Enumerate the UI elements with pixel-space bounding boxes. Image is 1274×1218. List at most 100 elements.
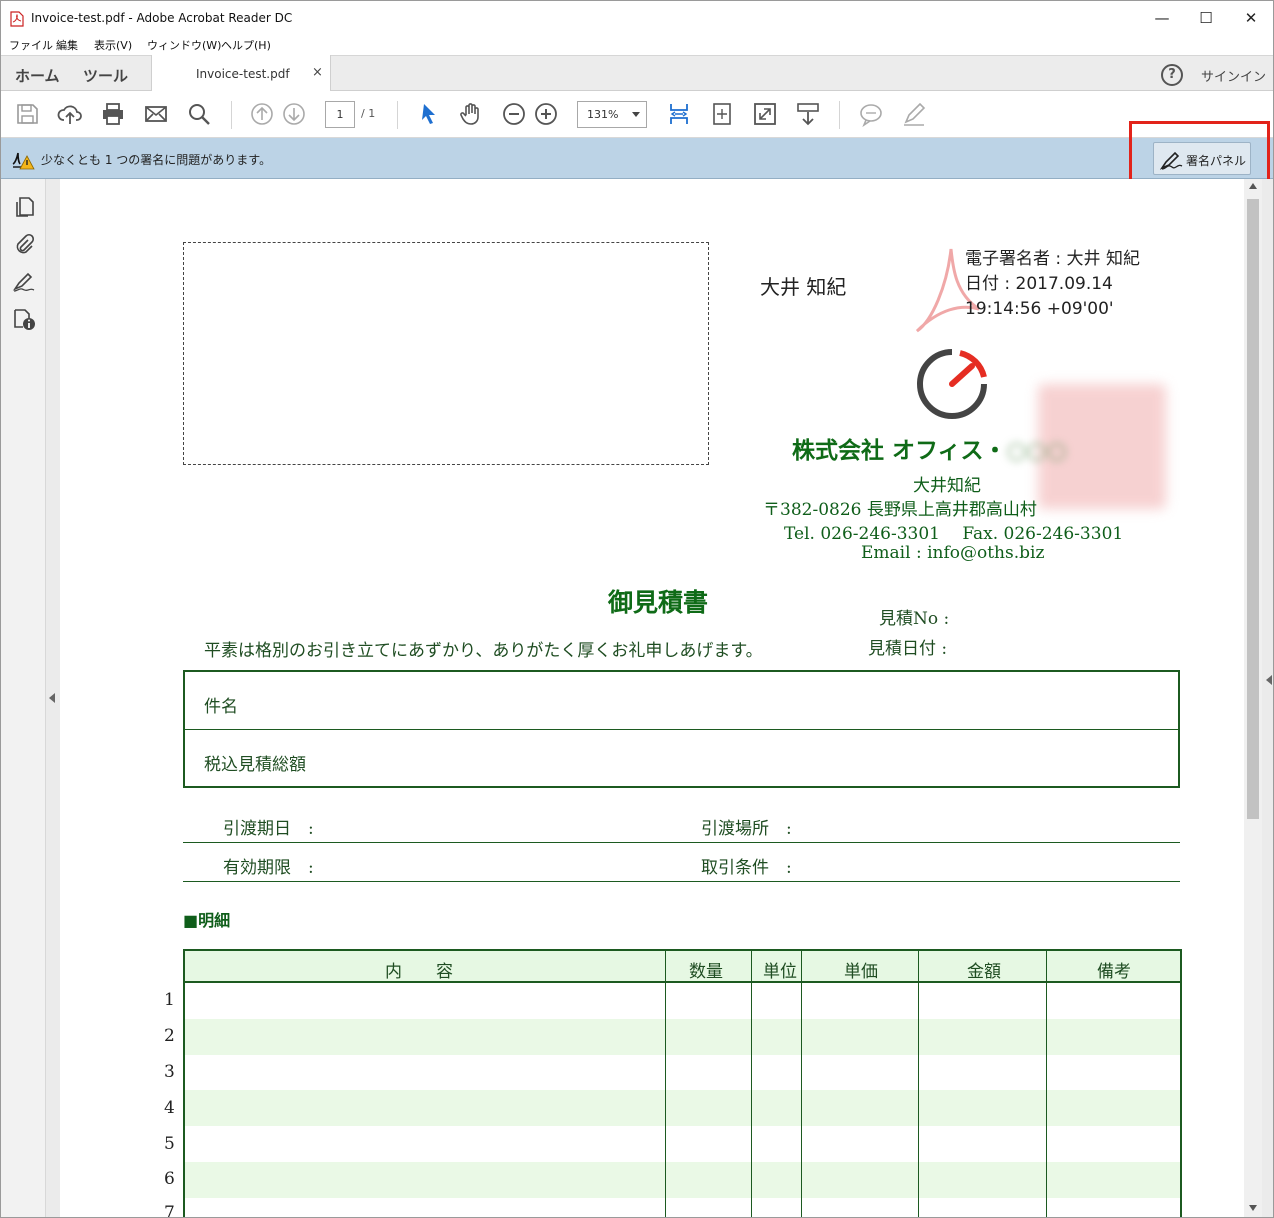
right-pane-toggle[interactable] — [1262, 179, 1273, 1217]
total-label: 税込見積総額 — [204, 755, 306, 775]
help-icon[interactable]: ? — [1161, 64, 1183, 86]
row-number: 3 — [164, 1062, 175, 1082]
company-logo — [917, 349, 987, 419]
page-thumbnails-icon[interactable] — [12, 195, 36, 219]
signature-warning-icon — [12, 152, 35, 170]
delivery-date-label: 引渡期日 : — [223, 819, 314, 839]
header-unit-price: 単価 — [844, 962, 878, 982]
upload-icon[interactable] — [57, 101, 83, 127]
signature-line: 19:14:56 +09'00' — [965, 299, 1114, 319]
toolbar-separator — [397, 101, 398, 129]
comment-icon[interactable] — [858, 101, 884, 127]
minimize-button[interactable]: — — [1140, 7, 1184, 31]
read-mode-icon[interactable] — [795, 101, 821, 127]
subject-row: 件名 — [185, 672, 1178, 730]
estimate-number-label: 見積No : — [879, 609, 950, 629]
menu-view[interactable]: 表示(V) — [94, 37, 132, 53]
digital-signature-text: 電子署名者 : 大井 知紀 日付 : 2017.09.14 19:14:56 +… — [965, 247, 1140, 322]
trade-terms-label: 取引条件 : — [701, 858, 792, 878]
maximize-button[interactable]: ☐ — [1184, 7, 1228, 31]
company-address: 〒382-0826 長野県上高井郡高山村 — [763, 500, 1037, 520]
page-total: / 1 — [361, 107, 376, 120]
column-divider — [801, 949, 802, 1217]
title-bar: Invoice-test.pdf - Adobe Acrobat Reader … — [1, 1, 1273, 35]
row-number: 4 — [164, 1098, 175, 1118]
header-quantity: 数量 — [689, 962, 723, 982]
fullscreen-icon[interactable] — [752, 101, 778, 127]
column-divider — [751, 949, 752, 1217]
tab-home[interactable]: ホーム — [15, 65, 60, 86]
prev-page-icon[interactable] — [249, 101, 275, 127]
table-row — [185, 1162, 1180, 1198]
signature-field[interactable] — [183, 242, 709, 465]
vertical-scrollbar[interactable] — [1244, 179, 1262, 1217]
signatures-icon[interactable] — [12, 270, 36, 294]
row-number: 5 — [164, 1134, 175, 1154]
search-icon[interactable] — [186, 101, 212, 127]
scrollbar-thumb[interactable] — [1247, 199, 1259, 819]
tab-bar: ホーム ツール Invoice-test.pdf × ? サインイン — [1, 55, 1273, 92]
header-amount: 金額 — [967, 962, 1001, 982]
attachments-icon[interactable] — [12, 232, 36, 256]
scroll-up-icon[interactable] — [1249, 183, 1257, 189]
contact-person: 大井知紀 — [913, 476, 981, 496]
column-divider — [1046, 949, 1047, 1217]
email-icon[interactable] — [143, 101, 169, 127]
select-arrow-icon[interactable] — [416, 101, 442, 127]
row-number: 2 — [164, 1026, 175, 1046]
table-body — [183, 983, 1182, 1217]
zoom-value: 131% — [587, 108, 619, 121]
delivery-place-label: 引渡場所 : — [701, 819, 792, 839]
tab-tools[interactable]: ツール — [83, 65, 128, 86]
detail-heading: ■明細 — [183, 911, 231, 930]
acrobat-window: Invoice-test.pdf - Adobe Acrobat Reader … — [0, 0, 1274, 1218]
pdf-app-icon — [10, 11, 24, 27]
page-number-input[interactable]: 1 — [325, 101, 355, 128]
row-number: 7 — [164, 1203, 175, 1218]
hand-tool-icon[interactable] — [458, 101, 484, 127]
menu-file[interactable]: ファイル — [9, 37, 53, 53]
row-number: 1 — [164, 990, 175, 1010]
signature-line: 日付 : 2017.09.14 — [965, 274, 1113, 294]
print-icon[interactable] — [100, 101, 126, 127]
document-title: 御見積書 — [608, 588, 709, 617]
zoom-out-icon[interactable] — [501, 101, 527, 127]
next-page-icon[interactable] — [281, 101, 307, 127]
column-divider — [665, 949, 666, 1217]
close-window-button[interactable]: ✕ — [1229, 7, 1273, 31]
toolbar: 1 / 1 131% — [1, 91, 1273, 138]
header-content: 内 容 — [385, 962, 453, 982]
terms-row: 有効期限 : 取引条件 : — [183, 842, 1180, 882]
fit-page-icon[interactable] — [666, 101, 692, 127]
greeting-text: 平素は格別のお引き立てにあずかり、ありがたく厚くお礼申しあげます。 — [204, 641, 763, 661]
fit-width-icon[interactable] — [709, 101, 735, 127]
document-view[interactable]: 大井 知紀 電子署名者 : 大井 知紀 日付 : 2017.09.14 19:1… — [60, 179, 1244, 1218]
validity-label: 有効期限 : — [223, 858, 314, 878]
zoom-in-icon[interactable] — [533, 101, 559, 127]
summary-box: 件名 税込見積総額 — [183, 670, 1180, 788]
document-info-icon[interactable] — [12, 307, 36, 331]
estimate-date-label: 見積日付 : — [868, 639, 948, 659]
window-title: Invoice-test.pdf - Adobe Acrobat Reader … — [31, 11, 293, 25]
header-remarks: 備考 — [1097, 962, 1131, 982]
menu-window[interactable]: ウィンドウ(W) — [147, 37, 221, 53]
tab-document[interactable]: Invoice-test.pdf × — [151, 55, 331, 92]
toolbar-separator — [231, 101, 232, 129]
header-unit: 単位 — [763, 962, 797, 982]
toolbar-separator — [839, 101, 840, 129]
pdf-page: 大井 知紀 電子署名者 : 大井 知紀 日付 : 2017.09.14 19:1… — [60, 179, 1244, 1218]
table-row — [185, 1019, 1180, 1055]
company-email: Email : info@oths.biz — [861, 543, 1045, 563]
close-tab-icon[interactable]: × — [312, 65, 323, 80]
zoom-select[interactable]: 131% — [577, 101, 647, 128]
scroll-down-icon[interactable] — [1249, 1205, 1257, 1211]
signin-button[interactable]: サインイン — [1201, 66, 1266, 85]
left-pane-toggle[interactable] — [46, 179, 60, 1217]
save-icon[interactable] — [14, 101, 40, 127]
terms-row: 引渡期日 : 引渡場所 : — [183, 803, 1180, 843]
company-phone-fax: Tel. 026-246-3301 Fax. 026-246-3301 — [784, 524, 1124, 544]
menu-edit[interactable]: 編集 — [56, 37, 78, 53]
subject-label: 件名 — [204, 697, 238, 717]
menu-help[interactable]: ヘルプ(H) — [221, 37, 271, 53]
pen-icon[interactable] — [901, 101, 927, 127]
